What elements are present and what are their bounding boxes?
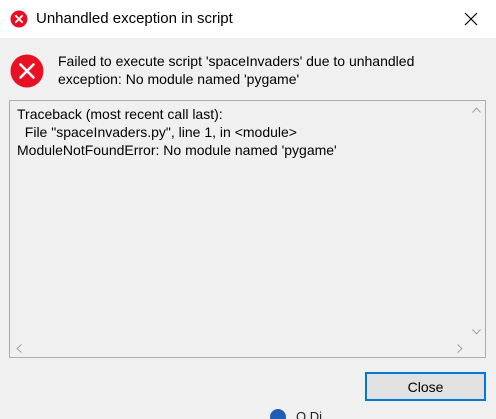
- traceback-line: Traceback (most recent call last):: [17, 106, 223, 122]
- scroll-right-arrow-icon[interactable]: [451, 340, 468, 357]
- error-message: Failed to execute script 'spaceInvaders'…: [58, 52, 478, 88]
- scrollbar-corner: [468, 340, 485, 357]
- error-dialog: Unhandled exception in script Failed to …: [0, 0, 496, 419]
- traceback-line: File "spaceInvaders.py", line 1, in <mod…: [17, 124, 297, 140]
- window-title: Unhandled exception in script: [36, 10, 233, 27]
- traceback-text[interactable]: Traceback (most recent call last): File …: [17, 105, 457, 159]
- horizontal-scrollbar[interactable]: [10, 340, 468, 357]
- traceback-box[interactable]: Traceback (most recent call last): File …: [9, 100, 486, 358]
- traceback-line: ModuleNotFoundError: No module named 'py…: [17, 142, 337, 158]
- scroll-down-arrow-icon[interactable]: [468, 323, 485, 340]
- close-icon[interactable]: [458, 8, 484, 30]
- error-message-line: exception: No module named 'pygame': [58, 71, 300, 87]
- error-icon: [10, 54, 44, 88]
- close-button-label: Close: [407, 378, 444, 395]
- close-button[interactable]: Close: [365, 372, 486, 401]
- error-icon: [10, 10, 28, 28]
- background-text: O Di: [296, 409, 322, 419]
- vertical-scrollbar[interactable]: [468, 101, 485, 340]
- title-bar[interactable]: Unhandled exception in script: [0, 0, 496, 38]
- scroll-up-arrow-icon[interactable]: [468, 101, 485, 118]
- app-icon: [270, 409, 286, 419]
- background-window-peek: O Di: [270, 409, 390, 419]
- error-message-line: Failed to execute script 'spaceInvaders'…: [58, 53, 415, 69]
- scroll-left-arrow-icon[interactable]: [10, 340, 27, 357]
